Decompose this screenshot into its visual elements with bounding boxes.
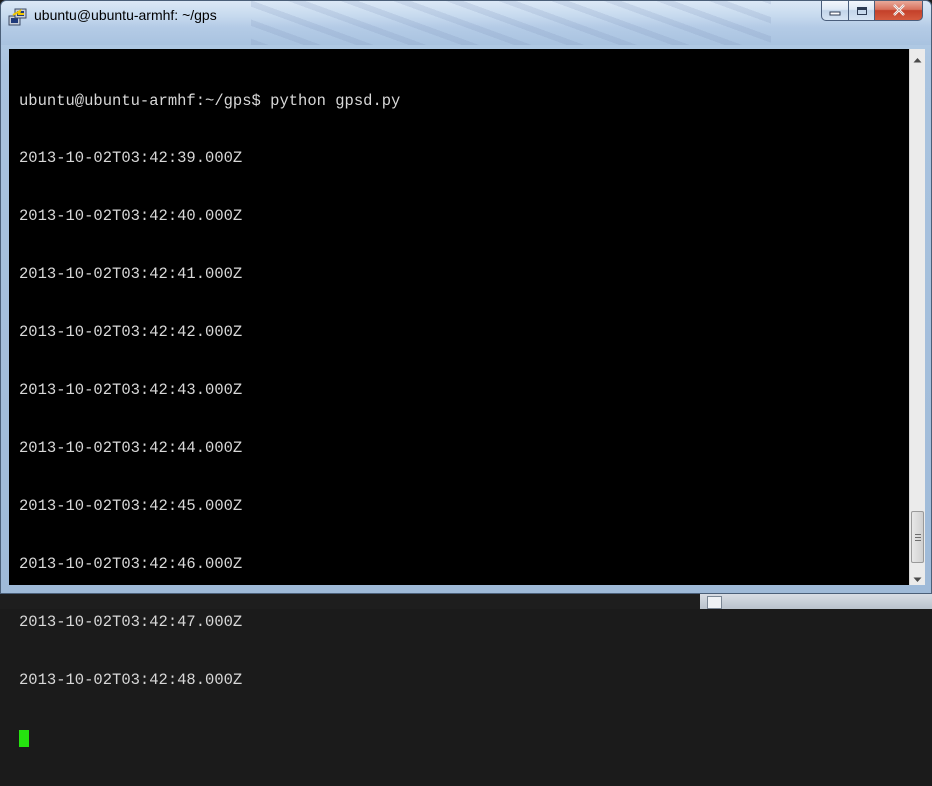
terminal-area[interactable]: ubuntu@ubuntu-armhf:~/gps$ python gpsd.p… xyxy=(9,49,925,748)
scrollbar-thumb[interactable] xyxy=(911,511,924,563)
minimize-icon xyxy=(829,1,841,20)
scroll-down-arrow-icon xyxy=(913,568,922,587)
thumb-grip-line xyxy=(915,540,921,541)
close-button[interactable] xyxy=(875,1,923,21)
scroll-up-button[interactable] xyxy=(910,49,925,65)
scroll-up-arrow-icon xyxy=(913,48,922,67)
thumb-grip-line xyxy=(915,537,921,538)
terminal-window: ubuntu@ubuntu-armhf: ~/gps ubuntu@ubuntu… xyxy=(0,0,932,748)
terminal-line: 2013-10-02T03:42:47.000Z xyxy=(19,612,243,631)
terminal-line: 2013-10-02T03:42:48.000Z xyxy=(19,670,243,689)
terminal-line: 2013-10-02T03:42:42.000Z xyxy=(19,323,243,342)
terminal-line: 2013-10-02T03:42:39.000Z xyxy=(19,149,243,168)
terminal-line: 2013-10-02T03:42:40.000Z xyxy=(19,207,243,226)
window-controls xyxy=(821,1,923,25)
title-bar[interactable]: ubuntu@ubuntu-armhf: ~/gps xyxy=(1,1,931,45)
minimize-button[interactable] xyxy=(821,1,848,21)
putty-icon[interactable] xyxy=(8,7,28,27)
scroll-down-button[interactable] xyxy=(910,569,925,585)
vertical-scrollbar[interactable] xyxy=(909,49,925,585)
thumb-grip-line xyxy=(915,534,921,535)
terminal-prompt-line: ubuntu@ubuntu-armhf:~/gps$ python gpsd.p… xyxy=(19,91,401,110)
terminal-cursor xyxy=(19,730,29,748)
terminal-line: 2013-10-02T03:42:41.000Z xyxy=(19,265,243,284)
window-title: ubuntu@ubuntu-armhf: ~/gps xyxy=(34,7,217,23)
background-window-button xyxy=(707,596,722,609)
maximize-button[interactable] xyxy=(848,1,875,21)
terminal-line: 2013-10-02T03:42:46.000Z xyxy=(19,554,243,573)
terminal-output: ubuntu@ubuntu-armhf:~/gps$ python gpsd.p… xyxy=(19,53,899,786)
close-icon xyxy=(892,1,906,20)
terminal-line: 2013-10-02T03:42:44.000Z xyxy=(19,438,243,457)
terminal-line: 2013-10-02T03:42:43.000Z xyxy=(19,381,243,400)
background-window-edge xyxy=(700,594,932,609)
title-bar-background xyxy=(251,1,771,45)
terminal-line: 2013-10-02T03:42:45.000Z xyxy=(19,496,243,515)
maximize-icon xyxy=(856,1,868,20)
